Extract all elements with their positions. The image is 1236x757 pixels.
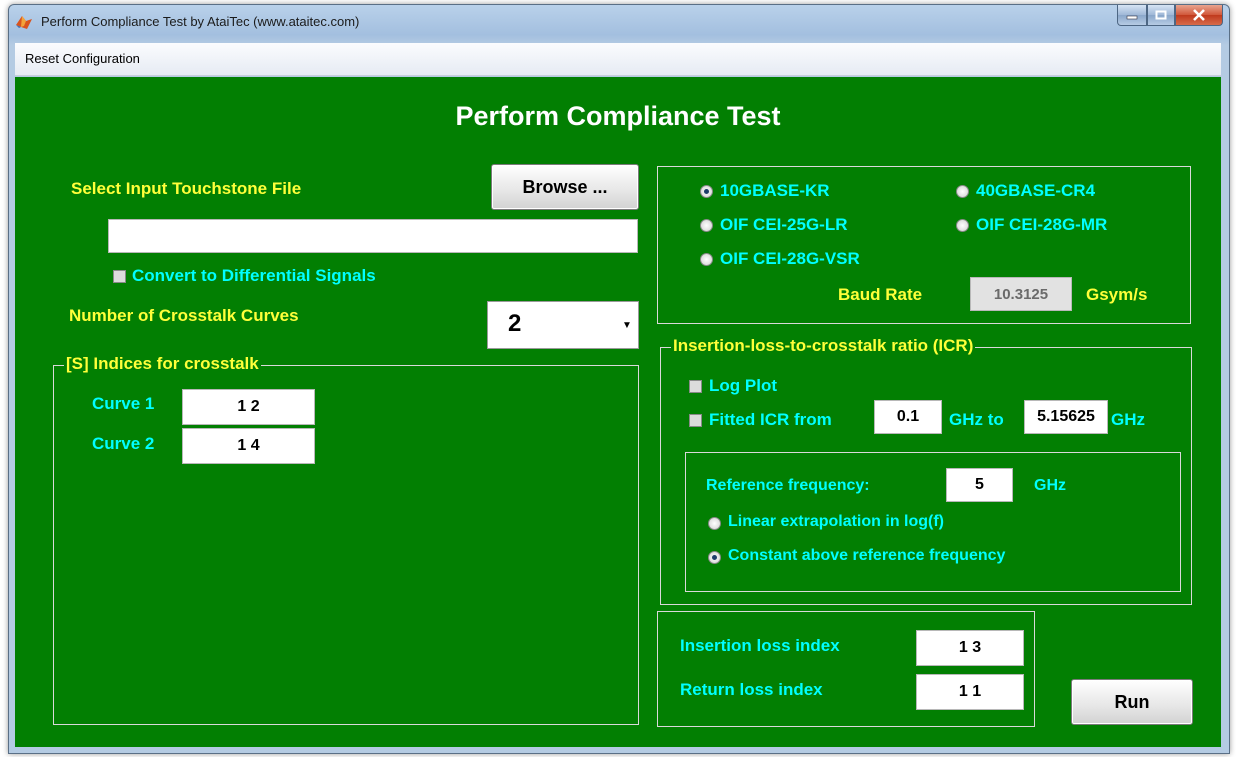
chevron-down-icon[interactable]: ▼ <box>616 302 638 348</box>
icr-panel: Insertion-loss-to-crosstalk ratio (ICR) … <box>660 336 1192 605</box>
crosstalk-curves-label: Number of Crosstalk Curves <box>69 306 299 325</box>
fitted-to-input[interactable]: 5.15625 <box>1024 400 1108 434</box>
curve-2-label: Curve 2 <box>92 434 155 453</box>
crosstalk-curves-dropdown[interactable]: 2 ▼ <box>487 301 639 349</box>
standards-panel: 10GBASE-KR 40GBASE-CR4 OIF CEI-25G-LR OI… <box>657 166 1191 324</box>
title-bar[interactable]: Perform Compliance Test by AtaiTec (www.… <box>9 5 1229 39</box>
browse-button[interactable]: Browse ... <box>491 164 639 210</box>
return-loss-input[interactable]: 1 1 <box>916 674 1024 710</box>
crosstalk-indices-panel: [S] Indices for crosstalk Curve 1 1 2 Cu… <box>53 354 639 725</box>
app-window: Perform Compliance Test by AtaiTec (www.… <box>8 4 1230 754</box>
radio-oif-cei-28g-mr[interactable] <box>956 219 969 232</box>
window-controls <box>1117 5 1223 27</box>
insertion-loss-label: Insertion loss index <box>680 636 840 655</box>
menu-reset-configuration[interactable]: Reset Configuration <box>25 51 140 66</box>
return-loss-label: Return loss index <box>680 680 823 699</box>
label-oif-cei-25g-lr: OIF CEI-25G-LR <box>720 215 848 234</box>
ref-freq-label: Reference frequency: <box>706 477 870 494</box>
minimize-button[interactable] <box>1117 5 1147 26</box>
insertion-loss-input[interactable]: 1 3 <box>916 630 1024 666</box>
icr-panel-title: Insertion-loss-to-crosstalk ratio (ICR) <box>671 336 976 356</box>
label-oif-cei-28g-vsr: OIF CEI-28G-VSR <box>720 249 860 268</box>
curve-2-input[interactable]: 1 4 <box>182 428 315 464</box>
label-40gbase-cr4: 40GBASE-CR4 <box>976 181 1096 200</box>
baud-rate-unit: Gsym/s <box>1086 285 1148 304</box>
page-title: Perform Compliance Test <box>455 101 781 131</box>
label-oif-cei-28g-mr: OIF CEI-28G-MR <box>976 215 1108 234</box>
run-button[interactable]: Run <box>1071 679 1193 725</box>
minimize-icon <box>1126 15 1138 20</box>
fitted-ghz-label: GHz <box>1111 410 1145 429</box>
loss-index-panel: Insertion loss index 1 3 Return loss ind… <box>657 611 1035 727</box>
maximize-button[interactable] <box>1147 5 1175 26</box>
close-button[interactable] <box>1175 5 1223 26</box>
main-panel: Perform Compliance Test Select Input Tou… <box>15 77 1221 747</box>
ref-freq-input[interactable]: 5 <box>946 468 1013 502</box>
baud-rate-label: Baud Rate <box>838 285 923 304</box>
radio-constant-above[interactable] <box>708 551 721 564</box>
maximize-icon <box>1155 10 1167 20</box>
matlab-icon <box>16 16 32 29</box>
label-10gbase-kr: 10GBASE-KR <box>720 181 830 200</box>
menu-bar: Reset Configuration <box>15 43 1221 76</box>
radio-oif-cei-28g-vsr[interactable] <box>700 253 713 266</box>
ref-freq-unit: GHz <box>1034 477 1066 494</box>
curve-1-input[interactable]: 1 2 <box>182 389 315 425</box>
curve-1-label: Curve 1 <box>92 394 155 413</box>
radio-10gbase-kr[interactable] <box>700 185 713 198</box>
window-title: Perform Compliance Test by AtaiTec (www.… <box>41 14 360 29</box>
linear-extrapolation-label: Linear extrapolation in log(f) <box>728 513 945 530</box>
ghz-to-label: GHz to <box>949 410 1004 429</box>
fitted-from-input[interactable]: 0.1 <box>874 400 942 434</box>
log-plot-checkbox[interactable] <box>689 380 702 393</box>
crosstalk-curves-value: 2 <box>508 310 522 337</box>
close-icon <box>1193 9 1205 21</box>
convert-differential-label: Convert to Differential Signals <box>132 266 376 285</box>
radio-40gbase-cr4[interactable] <box>956 185 969 198</box>
reference-frequency-panel: Reference frequency: 5 GHz Linear extrap… <box>685 452 1181 592</box>
baud-rate-field: 10.3125 <box>970 277 1072 311</box>
log-plot-label: Log Plot <box>709 376 777 395</box>
convert-differential-checkbox[interactable] <box>113 270 126 283</box>
radio-oif-cei-25g-lr[interactable] <box>700 219 713 232</box>
fitted-icr-label: Fitted ICR from <box>709 410 832 429</box>
crosstalk-indices-title: [S] Indices for crosstalk <box>64 354 261 374</box>
select-file-label: Select Input Touchstone File <box>71 179 302 198</box>
fitted-icr-checkbox[interactable] <box>689 414 702 427</box>
constant-above-label: Constant above reference frequency <box>728 547 1006 564</box>
radio-linear-extrapolation[interactable] <box>708 517 721 530</box>
file-path-input[interactable] <box>108 219 638 253</box>
